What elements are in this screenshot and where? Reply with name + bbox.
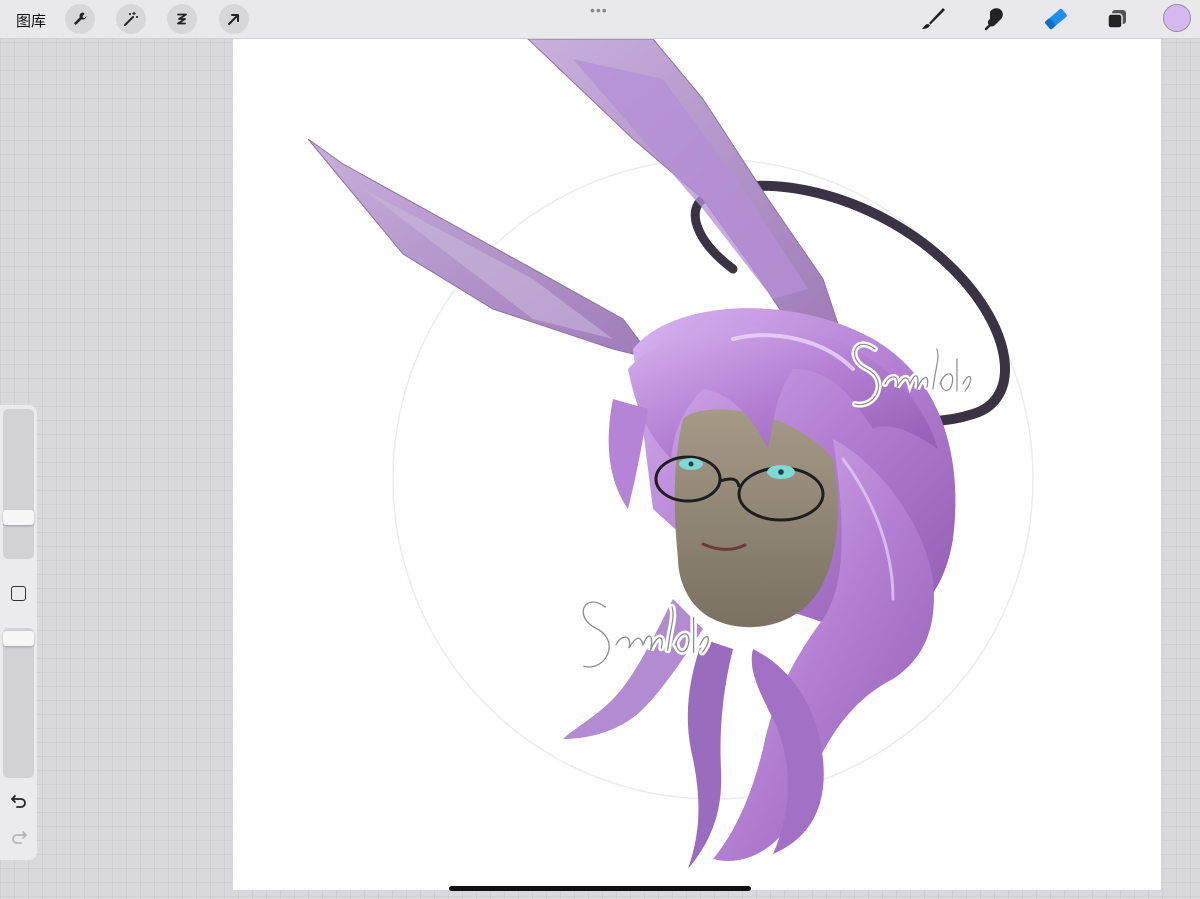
eraser-icon[interactable] [1042,5,1070,33]
sample-watermark-1 [851,341,974,408]
layers-icon[interactable] [1103,5,1131,33]
modify-button-icon[interactable] [11,586,26,601]
artwork-illustration [307,39,1034,869]
smudge-icon[interactable] [981,5,1009,33]
home-indicator[interactable] [449,886,751,891]
opacity-thumb[interactable] [3,631,34,646]
redo-icon[interactable] [9,827,29,847]
wrench-icon[interactable] [65,4,95,34]
brush-size-thumb[interactable] [3,510,34,525]
left-sidebar [0,405,37,860]
opacity-slider[interactable] [3,628,34,778]
magic-wand-icon[interactable] [116,4,146,34]
undo-icon[interactable] [9,791,29,811]
gallery-button[interactable]: 图库 [16,10,46,31]
more-dots-icon[interactable]: ••• [590,2,608,18]
sample-watermark-2 [580,598,712,671]
top-toolbar: 图库 ••• [0,0,1200,39]
color-picker-swatch[interactable] [1163,4,1191,32]
transform-arrow-icon[interactable] [219,4,249,34]
brush-size-slider[interactable] [3,409,34,559]
drawing-canvas[interactable] [233,39,1161,890]
brush-icon[interactable] [919,5,947,33]
selection-icon[interactable] [167,4,197,34]
